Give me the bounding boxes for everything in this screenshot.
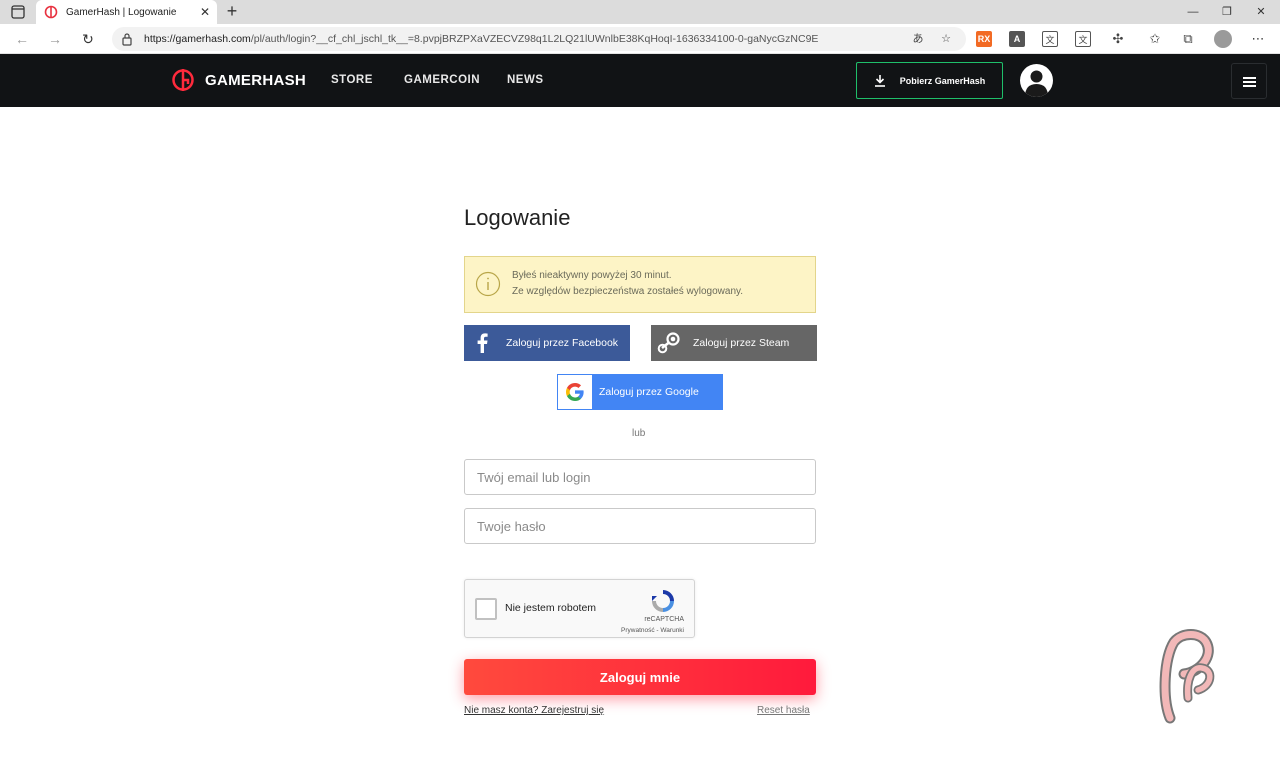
gamerhash-logo[interactable]: GAMERHASH xyxy=(171,68,306,92)
window-close-icon[interactable]: ✕ xyxy=(1243,2,1279,22)
password-input[interactable] xyxy=(464,508,816,544)
address-bar[interactable]: https://gamerhash.com/pl/auth/login?__cf… xyxy=(112,27,966,51)
reset-password-link[interactable]: Reset hasła xyxy=(757,705,810,716)
tab-close-icon[interactable]: ✕ xyxy=(197,4,213,20)
page-title: Logowanie xyxy=(464,205,571,230)
recaptcha-widget: Nie jestem robotem reCAPTCHA Prywatność … xyxy=(464,579,695,638)
steam-icon xyxy=(651,325,687,361)
favorites-icon[interactable]: ✩ xyxy=(1147,31,1163,47)
back-arrow-icon[interactable]: ← xyxy=(12,29,32,49)
nav-gamercoin[interactable]: GAMERCOIN xyxy=(404,74,480,86)
new-tab-icon[interactable]: + xyxy=(222,2,242,22)
google-login-label: Zaloguj przez Google xyxy=(599,386,699,398)
gamerhash-logo-icon xyxy=(172,69,194,91)
pp-watermark-icon xyxy=(1159,629,1215,724)
a-extension-icon[interactable]: A xyxy=(1009,31,1025,47)
login-submit-button[interactable]: Zaloguj mnie xyxy=(464,659,816,695)
lock-icon xyxy=(122,33,132,46)
rx-extension-icon[interactable]: RX xyxy=(976,31,992,47)
hamburger-menu-button[interactable] xyxy=(1231,63,1267,99)
minimize-icon[interactable]: — xyxy=(1175,2,1211,22)
logo-text: GAMERHASH xyxy=(205,71,307,89)
extensions-puzzle-icon[interactable]: ✣ xyxy=(1110,31,1126,47)
recaptcha-logo-icon xyxy=(652,590,674,612)
translate-extension-icon[interactable]: 文 xyxy=(1042,31,1058,47)
url-text: https://gamerhash.com/pl/auth/login?__cf… xyxy=(144,33,819,45)
download-icon xyxy=(874,74,885,87)
or-separator: lub xyxy=(632,428,646,439)
recaptcha-brand: reCAPTCHA xyxy=(644,616,684,623)
download-gamerhash-button[interactable]: Pobierz GamerHash xyxy=(856,62,1003,99)
google-icon xyxy=(558,375,592,409)
read-aloud-icon[interactable]: あ xyxy=(910,31,926,47)
recaptcha-checkbox[interactable] xyxy=(475,598,497,620)
translate-extension-2-icon[interactable]: 文 xyxy=(1075,31,1091,47)
google-login-button[interactable]: Zaloguj przez Google xyxy=(557,374,723,410)
nav-news[interactable]: NEWS xyxy=(507,74,544,86)
tab-actions-icon[interactable] xyxy=(8,4,28,20)
menu-bar xyxy=(1243,77,1256,79)
download-label: Pobierz GamerHash xyxy=(899,75,986,86)
site-header: GAMERHASH STORE GAMERCOIN NEWS Pobierz G… xyxy=(0,54,1280,107)
nav-store[interactable]: STORE xyxy=(331,74,373,86)
gamerhash-favicon-icon xyxy=(44,5,58,19)
more-options-icon[interactable]: ⋯ xyxy=(1250,31,1266,47)
user-avatar[interactable] xyxy=(1020,64,1053,97)
steam-login-label: Zaloguj przez Steam xyxy=(693,337,790,349)
tab-title: GamerHash | Logowanie xyxy=(66,6,177,18)
profile-icon[interactable] xyxy=(1214,30,1232,48)
facebook-login-label: Zaloguj przez Facebook xyxy=(506,337,619,349)
facebook-icon xyxy=(464,325,500,361)
email-input[interactable] xyxy=(464,459,816,495)
alert-text-line-1: Byłeś nieaktywny powyżej 30 minut. xyxy=(512,270,672,281)
register-link[interactable]: Nie masz konta? Zarejestruj się xyxy=(464,705,604,716)
recaptcha-links[interactable]: Prywatność - Warunki xyxy=(621,627,684,634)
forward-arrow-icon[interactable]: → xyxy=(45,29,65,49)
reload-icon[interactable]: ↻ xyxy=(78,29,98,49)
favorite-star-icon[interactable]: ☆ xyxy=(938,31,954,47)
facebook-login-button[interactable]: Zaloguj przez Facebook xyxy=(464,325,630,361)
recaptcha-label: Nie jestem robotem xyxy=(505,602,597,614)
menu-bar xyxy=(1243,81,1256,83)
browser-tab-bar: GamerHash | Logowanie ✕ + — ❐ ✕ xyxy=(0,0,1280,24)
browser-tab[interactable]: GamerHash | Logowanie ✕ xyxy=(36,0,217,24)
restore-icon[interactable]: ❐ xyxy=(1209,2,1245,22)
collections-icon[interactable]: ⧉ xyxy=(1180,31,1196,47)
browser-toolbar: ← → ↻ https://gamerhash.com/pl/auth/logi… xyxy=(0,24,1280,54)
steam-login-button[interactable]: Zaloguj przez Steam xyxy=(651,325,817,361)
info-icon xyxy=(475,271,501,297)
menu-bar xyxy=(1243,85,1256,87)
user-avatar-icon xyxy=(1025,70,1048,97)
alert-text-line-2: Ze względów bezpieczeństwa zostałeś wylo… xyxy=(512,286,744,297)
inactivity-alert: Byłeś nieaktywny powyżej 30 minut. Ze wz… xyxy=(464,256,816,313)
